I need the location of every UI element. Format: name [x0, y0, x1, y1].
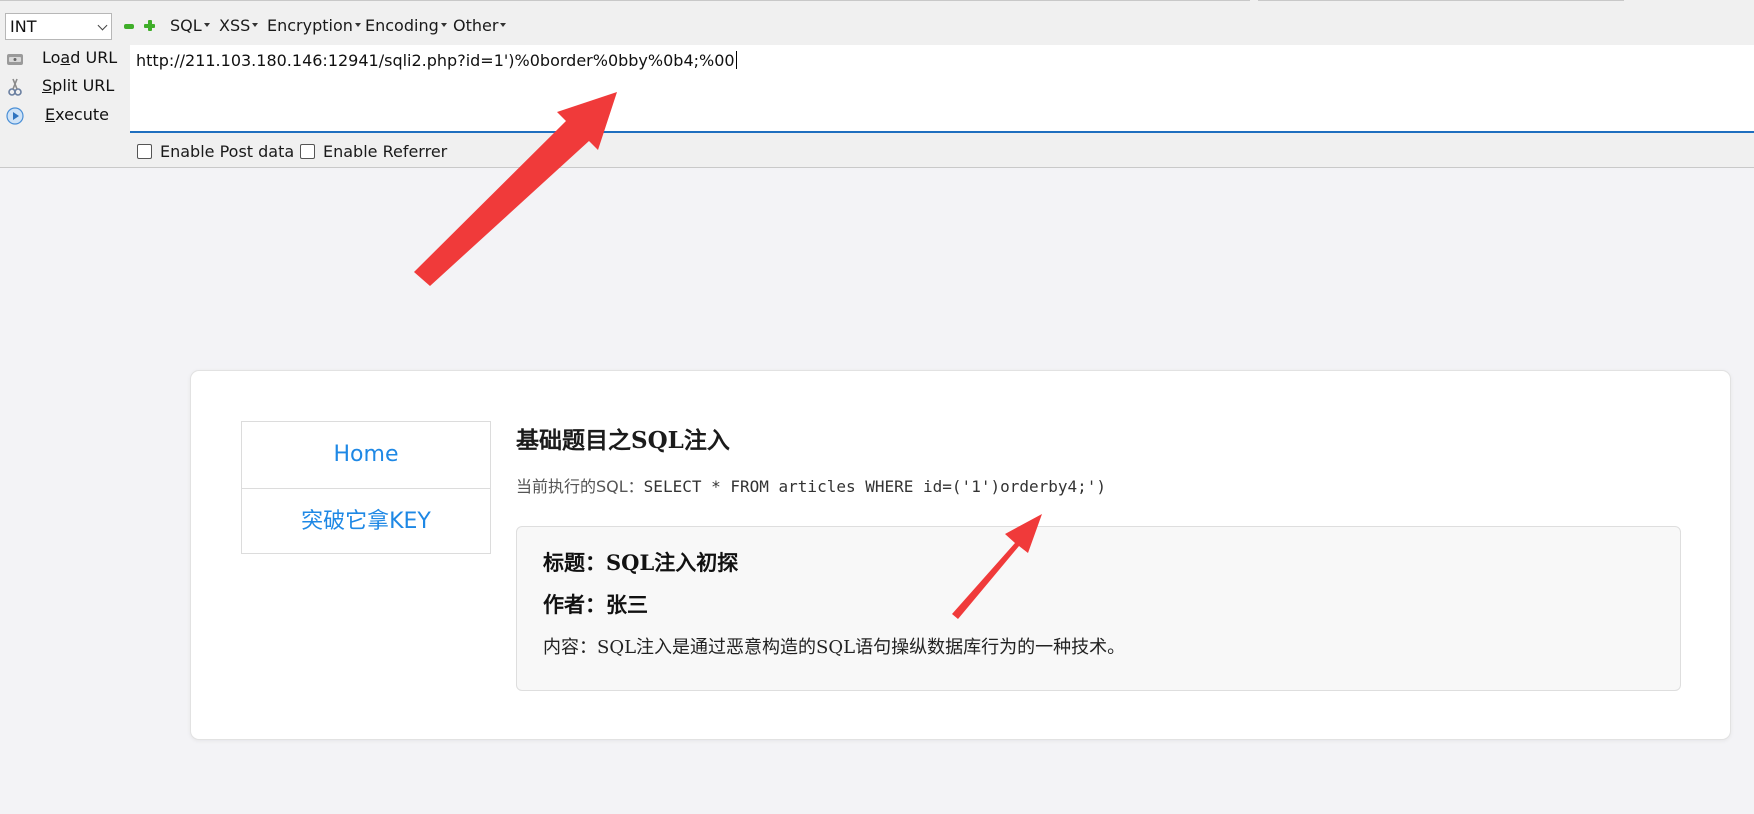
dropdown-caret-icon	[252, 22, 259, 27]
menu-sql[interactable]: SQL	[170, 16, 210, 35]
menu-encryption[interactable]: Encryption	[267, 16, 361, 35]
content-card: Home 突破它拿KEY 基础题目之SQL注入 当前执行的SQL：SELECT …	[190, 370, 1731, 740]
article-box: 标题：SQL注入初探 作者：张三 内容：SQL注入是通过恶意构造的SQL语句操纵…	[516, 526, 1681, 691]
dropdown-caret-icon	[203, 22, 210, 27]
main-content: 基础题目之SQL注入 当前执行的SQL：SELECT * FROM articl…	[516, 421, 1681, 691]
load-url-button[interactable]: Load URL	[0, 46, 130, 72]
checkbox-box[interactable]	[300, 144, 315, 159]
menu-xss[interactable]: XSS	[219, 16, 259, 35]
execute-icon	[6, 107, 24, 125]
url-value: http://211.103.180.146:12941/sqli2.php?i…	[136, 51, 735, 70]
plus-icon[interactable]	[144, 20, 155, 31]
nav-get-key-link[interactable]: 突破它拿KEY	[242, 488, 490, 554]
split-url-button[interactable]: Split URL	[0, 74, 130, 100]
type-select-value: INT	[10, 17, 37, 36]
load-url-icon	[7, 54, 23, 65]
checkbox-box[interactable]	[137, 144, 152, 159]
text-caret	[735, 51, 737, 69]
execute-button[interactable]: Execute	[0, 103, 130, 129]
minus-icon[interactable]	[124, 24, 134, 29]
page-title: 基础题目之SQL注入	[516, 427, 730, 454]
enable-referrer-checkbox[interactable]: Enable Referrer	[300, 142, 447, 161]
dropdown-caret-icon	[440, 22, 447, 27]
current-sql-line: 当前执行的SQL：SELECT * FROM articles WHERE id…	[516, 473, 1680, 497]
nav-home-link[interactable]: Home	[242, 422, 490, 488]
article-title: 标题：SQL注入初探	[543, 550, 739, 575]
type-select[interactable]: INT	[5, 13, 112, 40]
sql-label: 当前执行的SQL：	[516, 477, 644, 496]
dropdown-caret-icon	[354, 22, 361, 27]
side-nav: Home 突破它拿KEY	[241, 421, 491, 554]
menu-other[interactable]: Other	[453, 16, 507, 35]
hackbar-top-row: INT SQL XSS Encryption Encoding Other	[0, 12, 1754, 42]
enable-post-checkbox[interactable]: Enable Post data	[137, 142, 294, 161]
chevron-down-icon	[97, 20, 108, 31]
sql-query: SELECT * FROM articles WHERE id=('1')ord…	[643, 477, 1107, 496]
menu-encoding[interactable]: Encoding	[365, 16, 447, 35]
split-url-icon	[8, 78, 22, 96]
hackbar-toolbar: INT SQL XSS Encryption Encoding Other Lo…	[0, 0, 1754, 168]
dropdown-caret-icon	[500, 22, 507, 27]
article-content: 内容：SQL注入是通过恶意构造的SQL语句操纵数据库行为的一种技术。	[543, 637, 1126, 658]
article-author: 作者：张三	[543, 592, 648, 617]
tab-strip-line-right	[1258, 0, 1624, 1]
tab-strip-line	[0, 0, 1250, 1]
url-textarea[interactable]: http://211.103.180.146:12941/sqli2.php?i…	[130, 45, 1754, 133]
